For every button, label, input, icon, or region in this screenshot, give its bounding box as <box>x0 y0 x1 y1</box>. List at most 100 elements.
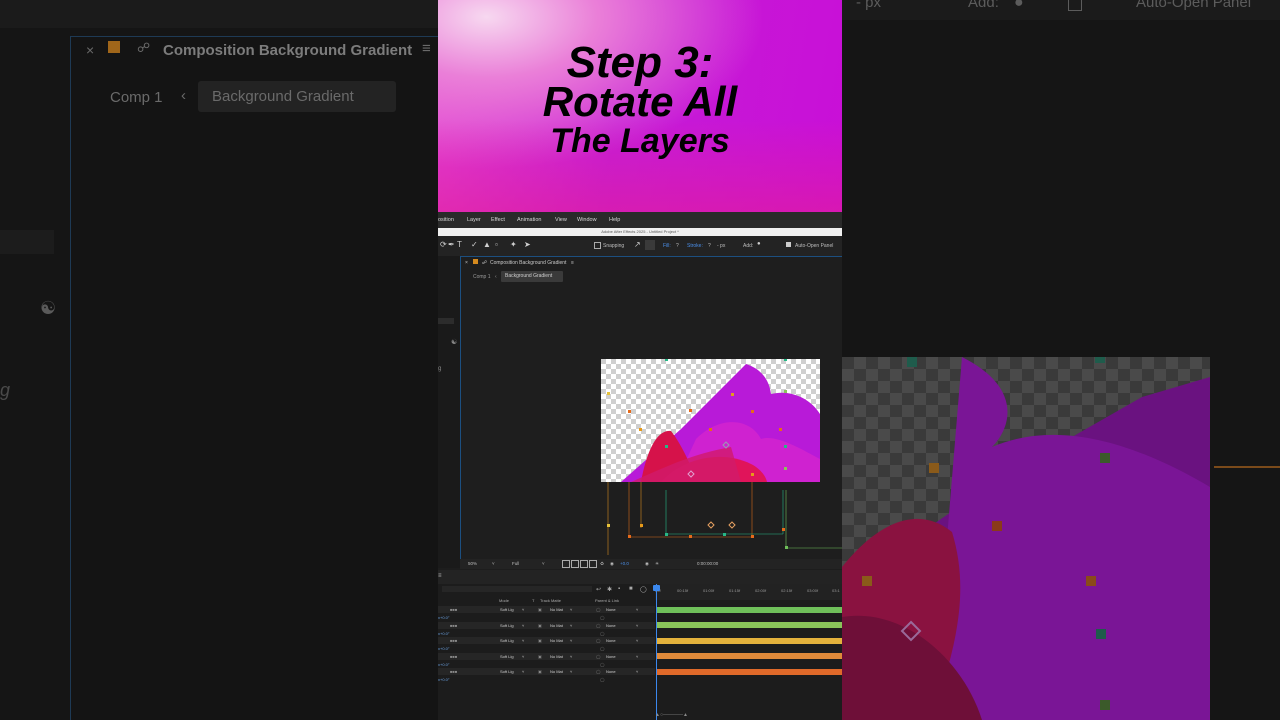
layer-track-matte[interactable]: No Mat <box>550 622 563 629</box>
grid-icon[interactable] <box>562 560 570 568</box>
layer-mode[interactable]: Soft Lig <box>500 622 514 629</box>
layer-row[interactable]: ■■■ Soft Lig ˅ ▣ No Mat ˅ ◯ None ˅ x+0.0° ◯ <box>438 621 655 637</box>
layer-row[interactable]: ■■■ Soft Lig ˅ ▣ No Mat ˅ ◯ None ˅ x+0.0° ◯ <box>438 637 655 652</box>
menu-view[interactable]: View <box>555 217 567 223</box>
stamp-tool-icon[interactable]: ▲ <box>483 240 491 249</box>
chevron-down-icon[interactable]: ˅ <box>570 606 572 613</box>
layer-switches-icon[interactable]: ■■■ <box>450 668 457 675</box>
timeline-search[interactable] <box>442 586 592 592</box>
layer-track-matte[interactable]: No Mat <box>550 668 563 675</box>
layer-main-row[interactable]: ■■■ Soft Lig ˅ ▣ No Mat ˅ ◯ None ˅ <box>438 621 655 629</box>
breadcrumb-comp1[interactable]: Comp 1 <box>473 274 491 280</box>
pickwhip-icon[interactable]: ◯ <box>596 653 600 660</box>
layer-track-matte[interactable]: No Mat <box>550 653 563 660</box>
snap-align-icon[interactable] <box>645 240 655 250</box>
layer-rotation-row[interactable]: x+0.0° ◯ <box>438 614 655 621</box>
layer-row[interactable]: ■■■ Soft Lig ˅ ▣ No Mat ˅ ◯ None ˅ x+0.0° ◯ <box>438 652 655 668</box>
layer-parent[interactable]: None <box>606 622 616 629</box>
channel-icon[interactable]: ◉ <box>610 561 614 567</box>
zoom-select[interactable]: 50% <box>468 561 477 566</box>
region-icon[interactable] <box>589 560 597 568</box>
layer-switches-icon[interactable]: ■■■ <box>450 606 457 613</box>
fill-value[interactable]: ? <box>676 243 679 249</box>
layer-rotation-row[interactable]: x+0.0° ◯ <box>438 630 655 637</box>
link-icon[interactable]: ◯ <box>600 645 604 652</box>
chevron-down-icon[interactable]: ˅ <box>636 653 638 660</box>
chevron-left-small-icon[interactable]: ‹ <box>495 274 497 280</box>
pickwhip-icon[interactable]: ◯ <box>596 606 600 613</box>
rotate-tool-icon[interactable]: ⟳ <box>440 240 447 249</box>
layer-mode[interactable]: Soft Lig <box>500 637 514 644</box>
breadcrumb-current[interactable]: Background Gradient <box>501 271 563 282</box>
flowchart-icon[interactable]: ☯ <box>451 338 457 346</box>
layer-main-row[interactable]: ■■■ Soft Lig ˅ ▣ No Mat ˅ ◯ None ˅ <box>438 668 655 675</box>
matte-icon[interactable]: ▣ <box>538 653 542 660</box>
layer-track-matte[interactable]: No Mat <box>550 637 563 644</box>
layer-switches-icon[interactable]: ■■■ <box>450 622 457 629</box>
transparency-icon[interactable] <box>580 560 588 568</box>
layer-main-row[interactable]: ■■■ Soft Lig ˅ ▣ No Mat ˅ ◯ None ˅ <box>438 652 655 660</box>
auto-open-checkbox-small[interactable] <box>786 242 791 247</box>
matte-icon[interactable]: ▣ <box>538 637 542 644</box>
layer-rotation-value[interactable]: x+0.0° <box>438 614 450 621</box>
brush-tool-icon[interactable]: ✓ <box>471 240 478 249</box>
chevron-down-icon[interactable]: ˅ <box>636 668 638 675</box>
chevron-down-icon[interactable]: ˅ <box>636 637 638 644</box>
project-search-bar[interactable] <box>438 318 454 324</box>
menu-window[interactable]: Window <box>577 217 597 223</box>
menu-effect[interactable]: Effect <box>491 217 505 223</box>
layer-parent[interactable]: None <box>606 668 616 675</box>
add-icon-small[interactable]: ● <box>757 241 761 247</box>
layer-duration-bar[interactable] <box>656 622 842 628</box>
snap-options-icon[interactable]: ↗ <box>634 240 641 249</box>
roto-tool-icon[interactable]: ✦ <box>510 240 517 249</box>
composition-canvas[interactable] <box>601 359 820 482</box>
timeline-menu-icon[interactable]: ≡ <box>438 573 442 579</box>
menu-layer[interactable]: Layer <box>467 217 481 223</box>
layer-duration-bar[interactable] <box>656 653 842 659</box>
layer-main-row[interactable]: ■■■ Soft Lig ˅ ▣ No Mat ˅ ◯ None ˅ <box>438 637 655 644</box>
layer-rotation-value[interactable]: x+0.0° <box>438 645 450 652</box>
pickwhip-icon[interactable]: ◯ <box>596 637 600 644</box>
lock-panel-icon[interactable]: ☍ <box>482 260 487 266</box>
pickwhip-icon[interactable]: ◯ <box>596 668 600 675</box>
playhead-handle[interactable] <box>653 585 660 591</box>
link-icon[interactable]: ◯ <box>600 614 604 621</box>
menu-composition[interactable]: osition <box>438 217 454 223</box>
chevron-down-icon[interactable]: ˅ <box>570 668 572 675</box>
mask-icon[interactable] <box>571 560 579 568</box>
pen-tool-icon[interactable]: ✒ <box>448 240 455 249</box>
layer-mode[interactable]: Soft Lig <box>500 668 514 675</box>
timeline-zoom-slider[interactable]: ▲○————▲ <box>655 712 715 720</box>
matte-icon[interactable]: ▣ <box>538 606 542 613</box>
eraser-tool-icon[interactable]: ▫ <box>495 240 498 249</box>
resolution-select[interactable]: Full <box>512 561 519 566</box>
layer-switches-icon[interactable]: ■■■ <box>450 653 457 660</box>
layer-rotation-value[interactable]: x+0.0° <box>438 661 450 668</box>
layer-rotation-value[interactable]: x+0.0° <box>438 630 450 637</box>
menu-help[interactable]: Help <box>609 217 620 223</box>
type-tool-icon[interactable]: T <box>457 240 462 249</box>
snapshot-icon[interactable]: ◉ <box>645 561 649 567</box>
layer-row[interactable]: ■■■ Soft Lig ˅ ▣ No Mat ˅ ◯ None ˅ x+0.0° ◯ <box>438 606 655 621</box>
exposure-value[interactable]: +0.0 <box>620 561 629 566</box>
chevron-down-icon[interactable]: ˅ <box>636 622 638 629</box>
layer-rotation-value[interactable]: x+0.0° <box>438 676 450 683</box>
matte-icon[interactable]: ▣ <box>538 668 542 675</box>
snapping-checkbox[interactable] <box>594 242 601 249</box>
time-ruler[interactable]: 00f 00:15f 01:00f 01:15f 02:00f 02:15f 0… <box>655 584 842 600</box>
composition-panel-title[interactable]: Composition Background Gradient <box>490 260 566 266</box>
layer-parent[interactable]: None <box>606 637 616 644</box>
layer-duration-bar[interactable] <box>656 637 842 644</box>
chevron-down-icon[interactable]: ˅ <box>570 622 572 629</box>
color-manage-icon[interactable]: ♻ <box>600 561 604 567</box>
shy-icon[interactable]: ▪ <box>618 586 620 592</box>
layer-mode[interactable]: Soft Lig <box>500 606 514 613</box>
graph-editor-icon[interactable]: ◯ <box>640 586 647 593</box>
layer-duration-bar[interactable] <box>656 668 842 675</box>
menu-animation[interactable]: Animation <box>517 217 541 223</box>
zoom-chevron-icon[interactable]: ˅ <box>492 561 495 566</box>
link-icon[interactable]: ◯ <box>600 630 604 637</box>
puppet-tool-icon[interactable]: ➤ <box>524 240 531 249</box>
resolution-chevron-icon[interactable]: ˅ <box>542 561 545 566</box>
